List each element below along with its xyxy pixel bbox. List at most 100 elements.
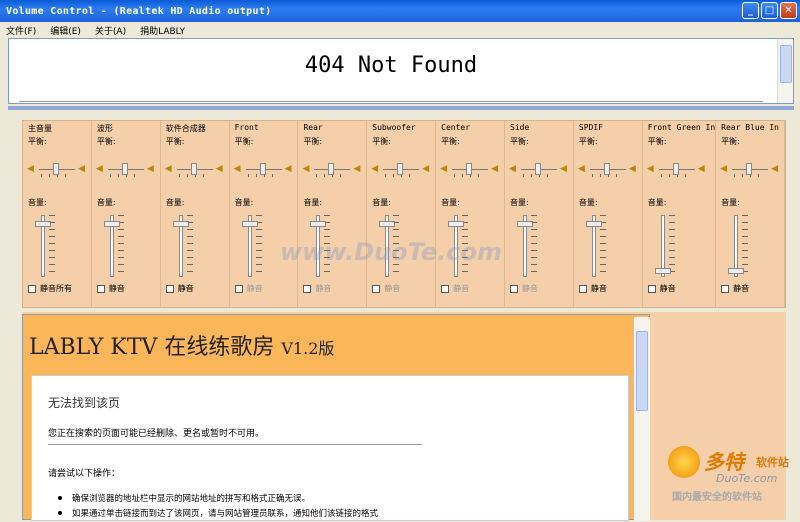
balance-label: 平衡:: [441, 137, 460, 146]
balance-slider[interactable]: ◀ ◀: [96, 161, 156, 179]
checkbox-box[interactable]: [96, 284, 105, 293]
volume-knob[interactable]: [585, 220, 602, 227]
mute-checkbox[interactable]: 静音: [578, 283, 607, 294]
menu-file[interactable]: 文件(F): [4, 24, 38, 37]
banner-version: V1.2版: [281, 339, 335, 358]
mute-checkbox[interactable]: 静音: [96, 283, 125, 294]
balance-knob[interactable]: [328, 163, 335, 175]
mute-checkbox[interactable]: 静音: [441, 283, 469, 294]
volume-knob[interactable]: [103, 220, 120, 227]
checkbox-box[interactable]: [721, 284, 730, 293]
balance-label: 平衡:: [303, 137, 323, 146]
channel-name: Rear: [303, 123, 323, 132]
balance-slider[interactable]: ◀ ◀: [27, 161, 87, 179]
mute-label: 静音: [246, 284, 263, 293]
mute-checkbox[interactable]: 静音: [303, 283, 331, 294]
balance-slider[interactable]: ◀ ◀: [165, 161, 225, 179]
volume-knob[interactable]: [379, 220, 396, 227]
volume-knob[interactable]: [654, 268, 671, 275]
balance-slider[interactable]: ◀ ◀: [647, 161, 707, 179]
volume-knob[interactable]: [35, 220, 51, 227]
balance-slider[interactable]: ◀ ◀: [234, 161, 294, 179]
channel-3: Front 平衡: ◀ ◀ 音量: 静音: [230, 121, 299, 307]
volume-knob[interactable]: [172, 220, 189, 227]
volume-label: 音量:: [165, 198, 185, 207]
volume-label: 音量:: [234, 198, 254, 207]
balance-knob[interactable]: [190, 163, 197, 175]
speaker-right-icon: ◀: [215, 164, 223, 174]
checkbox-box[interactable]: [441, 284, 450, 293]
maximize-button[interactable]: □: [761, 2, 778, 19]
balance-knob[interactable]: [672, 163, 679, 175]
volume-knob[interactable]: [728, 268, 745, 275]
balance-knob[interactable]: [746, 163, 753, 175]
error-description: 您正在搜索的页面可能已经删除、更名或暂时不可用。: [48, 429, 265, 439]
browser-frame: LABLY KTV 在线练歌房 V1.2版 无法找到该页 您正在搜索的页面可能已…: [22, 314, 650, 521]
balance-slider[interactable]: ◀ ◀: [440, 161, 500, 179]
mixer-panel: 主音量 平衡: ◀ ◀ 音量: 静音所有 波形 平衡: ◀ ◀ 音量: 静音 软件合成器 平衡: ◀ ◀ 音量:…: [22, 120, 786, 308]
channel-10: Rear Blue In 平衡: ◀ ◀ 音量: 静音: [716, 121, 786, 307]
balance-slider[interactable]: ◀ ◀: [578, 161, 638, 179]
channel-name: Front: [234, 123, 259, 132]
mute-label: 静音: [453, 284, 470, 293]
list-item: 如果通过单击链接而到达了该网页，请与网站管理员联系，通知他们该链接的格式: [57, 509, 379, 519]
channel-name: 波形: [96, 124, 113, 133]
channel-name: 主音量: [28, 124, 52, 133]
volume-knob[interactable]: [241, 220, 258, 227]
checkbox-box[interactable]: [578, 284, 587, 293]
mute-checkbox[interactable]: 静音: [372, 283, 400, 294]
volume-knob[interactable]: [448, 220, 465, 227]
mute-checkbox[interactable]: 静音: [165, 283, 194, 294]
checkbox-box[interactable]: [510, 284, 519, 293]
checkbox-box[interactable]: [303, 284, 312, 293]
volume-label: 音量:: [441, 198, 460, 207]
balance-knob[interactable]: [466, 163, 473, 175]
balance-label: 平衡:: [647, 137, 667, 146]
checkbox-box[interactable]: [28, 284, 36, 293]
display-scrollbar[interactable]: [777, 39, 793, 103]
mute-checkbox[interactable]: 静音: [647, 283, 676, 294]
logo-icon: [668, 446, 700, 478]
close-button[interactable]: ✕: [780, 2, 797, 19]
balance-slider[interactable]: ◀ ◀: [302, 161, 362, 179]
mute-checkbox[interactable]: 静音: [721, 283, 749, 294]
mute-label: 静音: [522, 284, 539, 293]
volume-knob[interactable]: [517, 220, 534, 227]
mute-checkbox[interactable]: 静音: [510, 283, 538, 294]
balance-label: 平衡:: [96, 137, 116, 146]
balance-slider[interactable]: ◀ ◀: [720, 161, 780, 179]
menu-about[interactable]: 关于(A): [93, 24, 128, 37]
speaker-left-icon: ◀: [509, 164, 516, 174]
volume-label: 音量:: [721, 198, 740, 207]
mute-checkbox[interactable]: 静音所有: [28, 283, 72, 294]
balance-knob[interactable]: [603, 163, 610, 175]
balance-knob[interactable]: [53, 163, 59, 175]
volume-label: 音量:: [28, 198, 47, 207]
checkbox-box[interactable]: [372, 284, 381, 293]
menu-edit[interactable]: 编辑(E): [48, 24, 83, 37]
volume-label: 音量:: [303, 198, 323, 207]
mute-checkbox[interactable]: 静音: [234, 283, 263, 294]
mute-label: 静音: [659, 284, 676, 293]
splitter[interactable]: [8, 106, 794, 110]
balance-slider[interactable]: ◀ ◀: [371, 161, 431, 179]
watermark-text: www.DuoTe.com: [280, 238, 502, 266]
balance-label: 平衡:: [721, 137, 740, 146]
channel-7: Side 平衡: ◀ ◀ 音量: 静音: [505, 121, 574, 307]
menu-donate[interactable]: 捐助LABLY: [138, 24, 187, 37]
speaker-left-icon: ◀: [302, 164, 310, 174]
browser-scrollbar[interactable]: [634, 317, 650, 521]
checkbox-box[interactable]: [234, 284, 243, 293]
balance-label: 平衡:: [372, 137, 391, 146]
balance-knob[interactable]: [259, 163, 266, 175]
minimize-button[interactable]: _: [742, 2, 759, 19]
balance-knob[interactable]: [397, 163, 404, 175]
volume-knob[interactable]: [310, 220, 327, 227]
balance-slider[interactable]: ◀ ◀: [509, 161, 569, 179]
balance-knob[interactable]: [121, 163, 128, 175]
balance-label: 平衡:: [165, 137, 185, 146]
balance-knob[interactable]: [535, 163, 542, 175]
speaker-left-icon: ◀: [440, 164, 448, 174]
checkbox-box[interactable]: [165, 284, 174, 293]
checkbox-box[interactable]: [647, 284, 656, 293]
